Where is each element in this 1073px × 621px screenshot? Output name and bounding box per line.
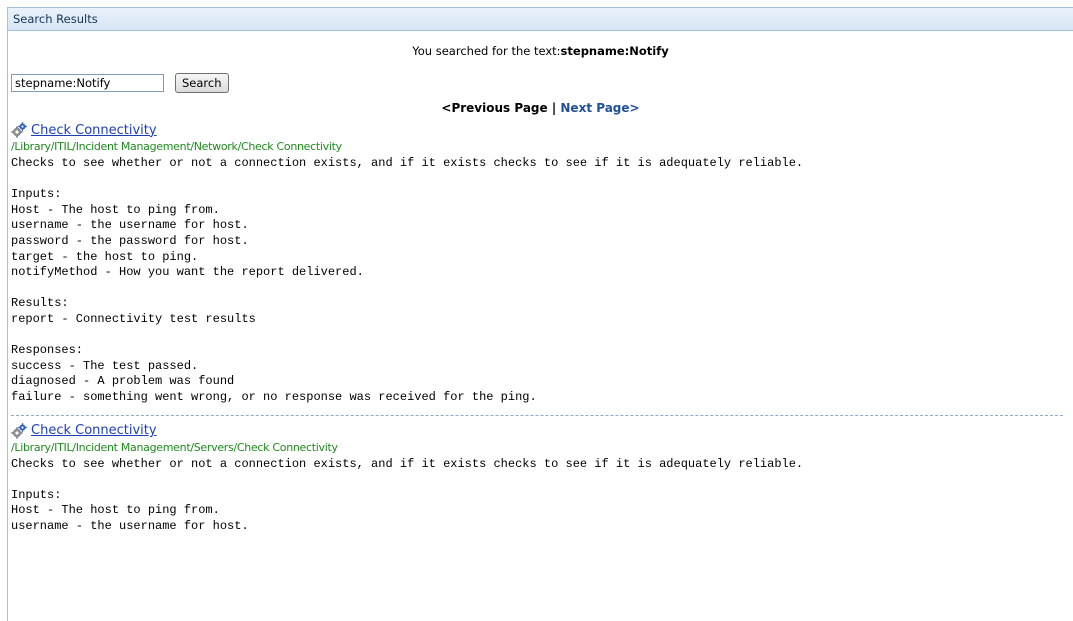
result-title-link[interactable]: Check Connectivity <box>31 123 157 138</box>
result-divider <box>11 414 1063 416</box>
previous-page-label: <Previous Page <box>441 101 548 115</box>
search-input[interactable] <box>11 74 164 92</box>
result-title-link[interactable]: Check Connectivity <box>31 423 157 438</box>
result-description: Checks to see whether or not a connectio… <box>11 456 804 533</box>
search-query-text: stepname:Notify <box>560 44 669 58</box>
search-result: Check Connectivity /Library/ITIL/Inciden… <box>11 121 1073 406</box>
pager-separator: | <box>547 101 561 115</box>
next-page-link[interactable]: Next Page> <box>560 101 639 115</box>
result-path: /Library/ITIL/Incident Management/Networ… <box>11 140 342 153</box>
search-result: Check Connectivity /Library/ITIL/Inciden… <box>11 422 1073 535</box>
search-bar: Search <box>11 72 1073 94</box>
result-description: Checks to see whether or not a connectio… <box>11 156 804 404</box>
search-results-panel: Search Results You searched for the text… <box>7 7 1073 621</box>
search-summary-prefix: You searched for the text: <box>412 44 561 58</box>
result-title-row: Check Connectivity <box>11 422 1073 440</box>
result-title-row: Check Connectivity <box>11 121 1073 139</box>
pager: <Previous Page | Next Page> <box>8 100 1073 116</box>
gear-icon <box>11 122 27 138</box>
search-summary: You searched for the text:stepname:Notif… <box>8 43 1073 59</box>
panel-title: Search Results <box>8 8 1073 31</box>
search-button[interactable]: Search <box>175 73 229 93</box>
result-path: /Library/ITIL/Incident Management/Server… <box>11 440 338 454</box>
gear-icon <box>11 422 27 439</box>
